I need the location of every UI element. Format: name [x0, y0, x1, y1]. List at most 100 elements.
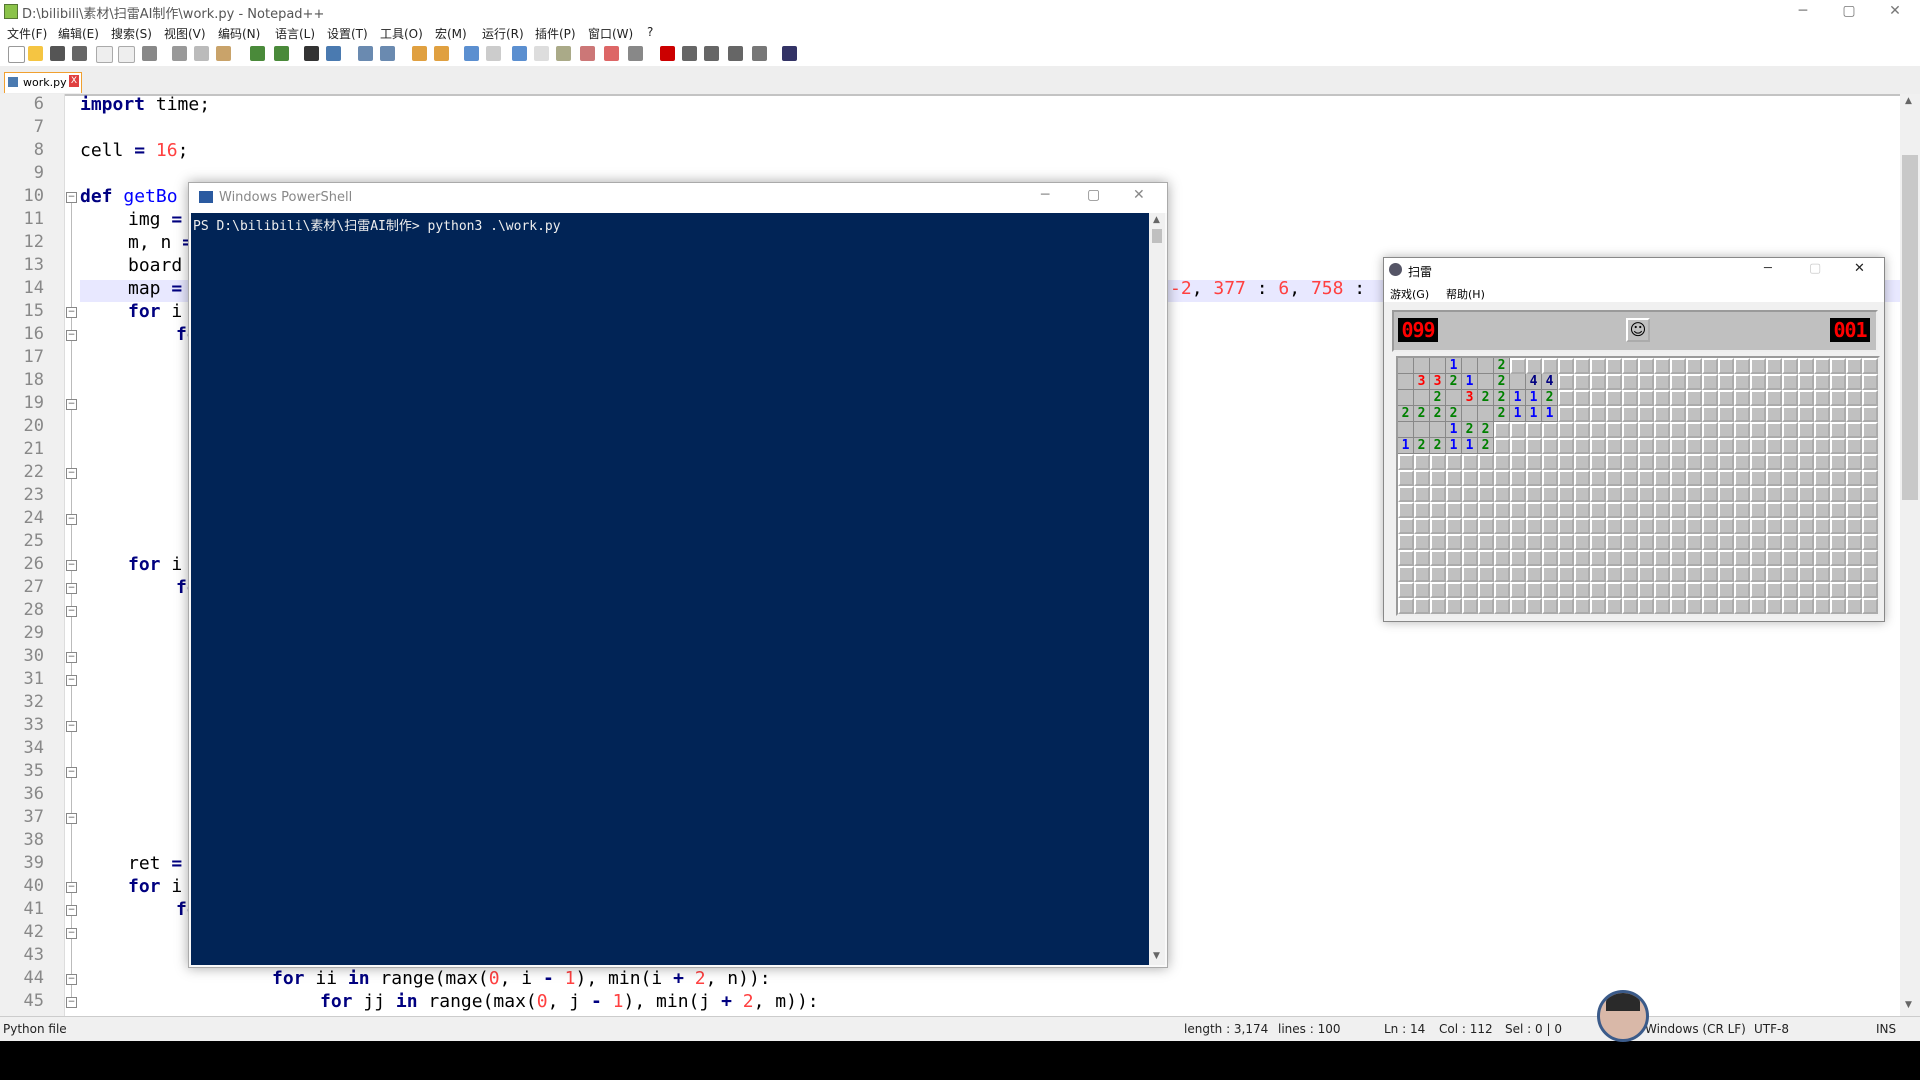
covered-cell[interactable] [1558, 358, 1574, 374]
covered-cell[interactable] [1734, 454, 1750, 470]
revealed-cell[interactable]: 1 [1510, 406, 1526, 422]
revealed-cell[interactable]: 2 [1478, 390, 1494, 406]
covered-cell[interactable] [1574, 438, 1590, 454]
covered-cell[interactable] [1558, 598, 1574, 614]
revealed-cell[interactable]: 2 [1494, 390, 1510, 406]
covered-cell[interactable] [1526, 518, 1542, 534]
covered-cell[interactable] [1766, 582, 1782, 598]
covered-cell[interactable] [1494, 422, 1510, 438]
covered-cell[interactable] [1446, 582, 1462, 598]
covered-cell[interactable] [1814, 518, 1830, 534]
covered-cell[interactable] [1638, 518, 1654, 534]
covered-cell[interactable] [1654, 518, 1670, 534]
covered-cell[interactable] [1414, 582, 1430, 598]
covered-cell[interactable] [1782, 534, 1798, 550]
covered-cell[interactable] [1798, 470, 1814, 486]
covered-cell[interactable] [1686, 566, 1702, 582]
covered-cell[interactable] [1862, 550, 1878, 566]
covered-cell[interactable] [1718, 390, 1734, 406]
covered-cell[interactable] [1782, 406, 1798, 422]
covered-cell[interactable] [1558, 518, 1574, 534]
revealed-cell[interactable] [1510, 374, 1526, 390]
covered-cell[interactable] [1814, 502, 1830, 518]
covered-cell[interactable] [1862, 374, 1878, 390]
covered-cell[interactable] [1590, 358, 1606, 374]
covered-cell[interactable] [1462, 470, 1478, 486]
covered-cell[interactable] [1814, 422, 1830, 438]
sync-v-icon[interactable] [412, 46, 427, 61]
covered-cell[interactable] [1782, 358, 1798, 374]
covered-cell[interactable] [1750, 566, 1766, 582]
covered-cell[interactable] [1718, 502, 1734, 518]
revealed-cell[interactable]: 1 [1462, 374, 1478, 390]
covered-cell[interactable] [1750, 470, 1766, 486]
covered-cell[interactable] [1830, 486, 1846, 502]
covered-cell[interactable] [1462, 598, 1478, 614]
covered-cell[interactable] [1766, 486, 1782, 502]
covered-cell[interactable] [1862, 598, 1878, 614]
covered-cell[interactable] [1542, 486, 1558, 502]
covered-cell[interactable] [1462, 518, 1478, 534]
covered-cell[interactable] [1782, 470, 1798, 486]
covered-cell[interactable] [1718, 550, 1734, 566]
revealed-cell[interactable]: 1 [1446, 422, 1462, 438]
covered-cell[interactable] [1590, 534, 1606, 550]
covered-cell[interactable] [1526, 566, 1542, 582]
covered-cell[interactable] [1750, 534, 1766, 550]
covered-cell[interactable] [1814, 406, 1830, 422]
revealed-cell[interactable] [1414, 422, 1430, 438]
ps-minimize-button[interactable]: ─ [1041, 187, 1049, 203]
covered-cell[interactable] [1782, 390, 1798, 406]
covered-cell[interactable] [1670, 438, 1686, 454]
revealed-cell[interactable]: 2 [1446, 374, 1462, 390]
covered-cell[interactable] [1606, 374, 1622, 390]
revealed-cell[interactable]: 1 [1510, 390, 1526, 406]
close-file-icon[interactable] [96, 46, 113, 63]
maximize-button[interactable]: ▢ [1826, 0, 1872, 22]
covered-cell[interactable] [1590, 566, 1606, 582]
revealed-cell[interactable]: 2 [1398, 406, 1414, 422]
covered-cell[interactable] [1798, 582, 1814, 598]
revealed-cell[interactable]: 2 [1478, 422, 1494, 438]
covered-cell[interactable] [1638, 534, 1654, 550]
fold-marker-icon[interactable]: − [66, 997, 77, 1008]
covered-cell[interactable] [1622, 566, 1638, 582]
covered-cell[interactable] [1494, 470, 1510, 486]
covered-cell[interactable] [1574, 422, 1590, 438]
covered-cell[interactable] [1398, 550, 1414, 566]
covered-cell[interactable] [1446, 534, 1462, 550]
covered-cell[interactable] [1542, 534, 1558, 550]
revealed-cell[interactable] [1462, 406, 1478, 422]
menu-edit[interactable]: 编辑(E) [58, 25, 99, 42]
covered-cell[interactable] [1446, 470, 1462, 486]
covered-cell[interactable] [1782, 518, 1798, 534]
covered-cell[interactable] [1670, 470, 1686, 486]
fold-marker-icon[interactable]: − [66, 905, 77, 916]
menu-settings[interactable]: 设置(T) [327, 25, 368, 42]
covered-cell[interactable] [1430, 582, 1446, 598]
covered-cell[interactable] [1446, 550, 1462, 566]
powershell-console[interactable]: PS D:\bilibili\素材\扫雷AI制作> python3 .\work… [191, 213, 1149, 965]
covered-cell[interactable] [1558, 422, 1574, 438]
cut-icon[interactable] [172, 46, 187, 61]
indent-guide-icon[interactable] [512, 46, 527, 61]
covered-cell[interactable] [1654, 566, 1670, 582]
covered-cell[interactable] [1686, 422, 1702, 438]
covered-cell[interactable] [1590, 374, 1606, 390]
covered-cell[interactable] [1510, 518, 1526, 534]
covered-cell[interactable] [1846, 374, 1862, 390]
covered-cell[interactable] [1478, 566, 1494, 582]
revealed-cell[interactable] [1430, 422, 1446, 438]
revealed-cell[interactable]: 2 [1430, 390, 1446, 406]
save-macro-icon[interactable] [752, 46, 767, 61]
covered-cell[interactable] [1702, 406, 1718, 422]
fold-marker-icon[interactable]: − [66, 974, 77, 985]
covered-cell[interactable] [1814, 438, 1830, 454]
covered-cell[interactable] [1542, 550, 1558, 566]
covered-cell[interactable] [1718, 518, 1734, 534]
fold-marker-icon[interactable]: − [66, 675, 77, 686]
covered-cell[interactable] [1654, 470, 1670, 486]
play-macro-icon[interactable] [704, 46, 719, 61]
save-icon[interactable] [50, 46, 65, 61]
revealed-cell[interactable] [1398, 374, 1414, 390]
